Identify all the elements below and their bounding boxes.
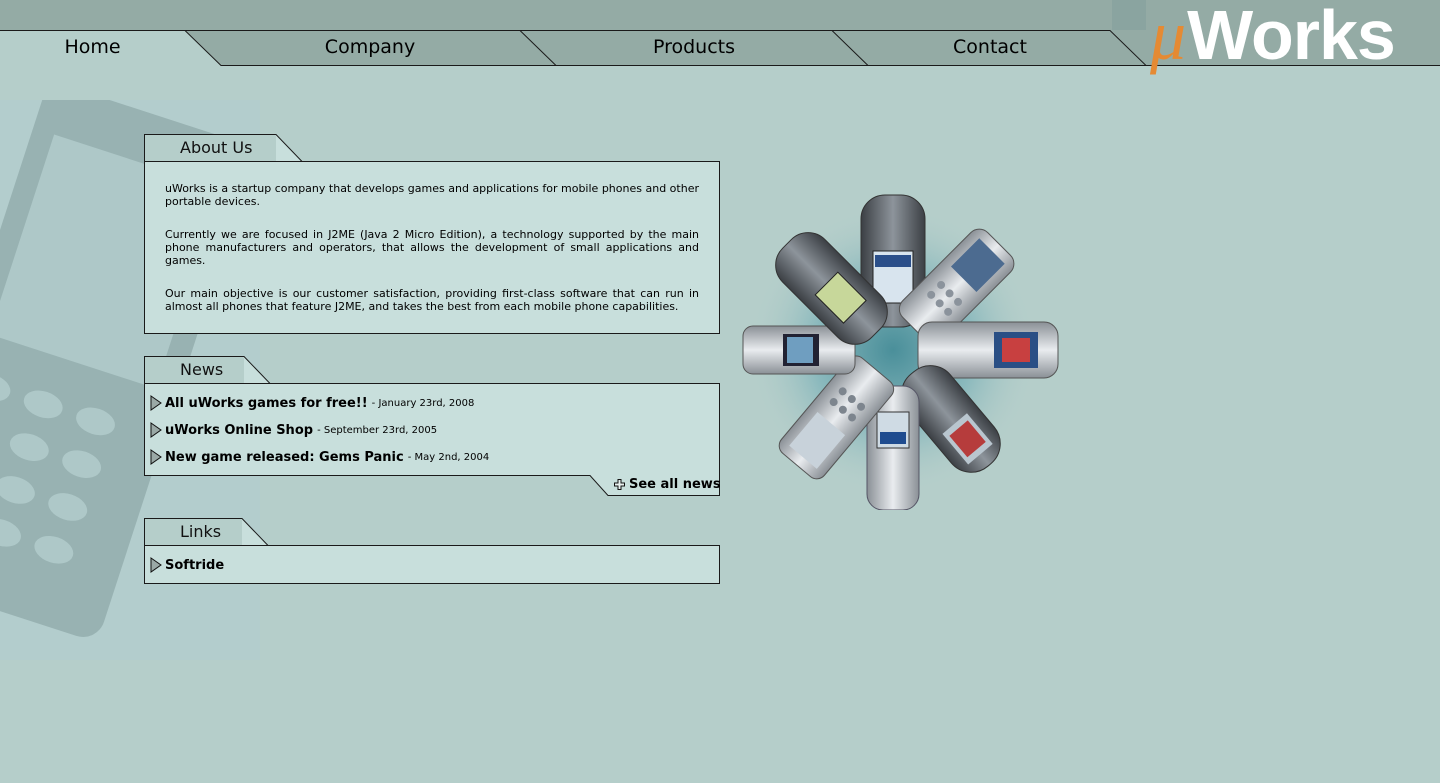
news-item[interactable]: uWorks Online Shop - September 23rd, 200… <box>150 421 437 439</box>
news-item-date: - May 2nd, 2004 <box>407 451 490 463</box>
logo-text: Works <box>1187 0 1396 74</box>
link-item[interactable]: Softride <box>150 556 224 574</box>
about-title: About Us <box>180 138 253 157</box>
news-item[interactable]: New game released: Gems Panic - May 2nd,… <box>150 448 489 466</box>
link-item-title[interactable]: Softride <box>165 558 224 573</box>
mobile-phones-image <box>742 194 1059 510</box>
news-panel: News All uWorks games for free!! - Janua… <box>144 356 721 496</box>
about-body: uWorks is a startup company that develop… <box>165 182 699 333</box>
news-item-date: - September 23rd, 2005 <box>317 424 438 436</box>
logo-mu: μ <box>1150 0 1186 75</box>
nav-contact[interactable]: Contact <box>920 35 1060 59</box>
nav-home[interactable]: Home <box>40 35 145 59</box>
news-item[interactable]: All uWorks games for free!! - January 23… <box>150 394 474 412</box>
plus-icon <box>614 479 625 490</box>
triangle-bullet-icon <box>150 557 162 573</box>
news-item-title[interactable]: uWorks Online Shop <box>165 423 313 438</box>
about-paragraph: Currently we are focused in J2ME (Java 2… <box>165 228 699 267</box>
see-all-news-label: See all news <box>629 477 721 492</box>
about-paragraph: Our main objective is our customer satis… <box>165 287 699 313</box>
nav-company[interactable]: Company <box>300 35 440 59</box>
links-panel-frame <box>144 518 720 584</box>
triangle-bullet-icon <box>150 449 162 465</box>
news-item-title[interactable]: All uWorks games for free!! <box>165 396 368 411</box>
triangle-bullet-icon <box>150 395 162 411</box>
news-item-title[interactable]: New game released: Gems Panic <box>165 450 404 465</box>
about-paragraph: uWorks is a startup company that develop… <box>165 182 699 208</box>
nav-products[interactable]: Products <box>624 35 764 59</box>
links-panel: Links Softride <box>144 518 720 584</box>
see-all-news-link[interactable]: See all news <box>614 477 721 492</box>
links-title: Links <box>180 522 222 541</box>
news-title: News <box>180 360 224 379</box>
uworks-logo[interactable]: μWorks <box>1150 0 1440 75</box>
triangle-bullet-icon <box>150 422 162 438</box>
about-panel: About Us uWorks is a startup company tha… <box>144 134 720 334</box>
news-item-date: - January 23rd, 2008 <box>371 397 475 409</box>
